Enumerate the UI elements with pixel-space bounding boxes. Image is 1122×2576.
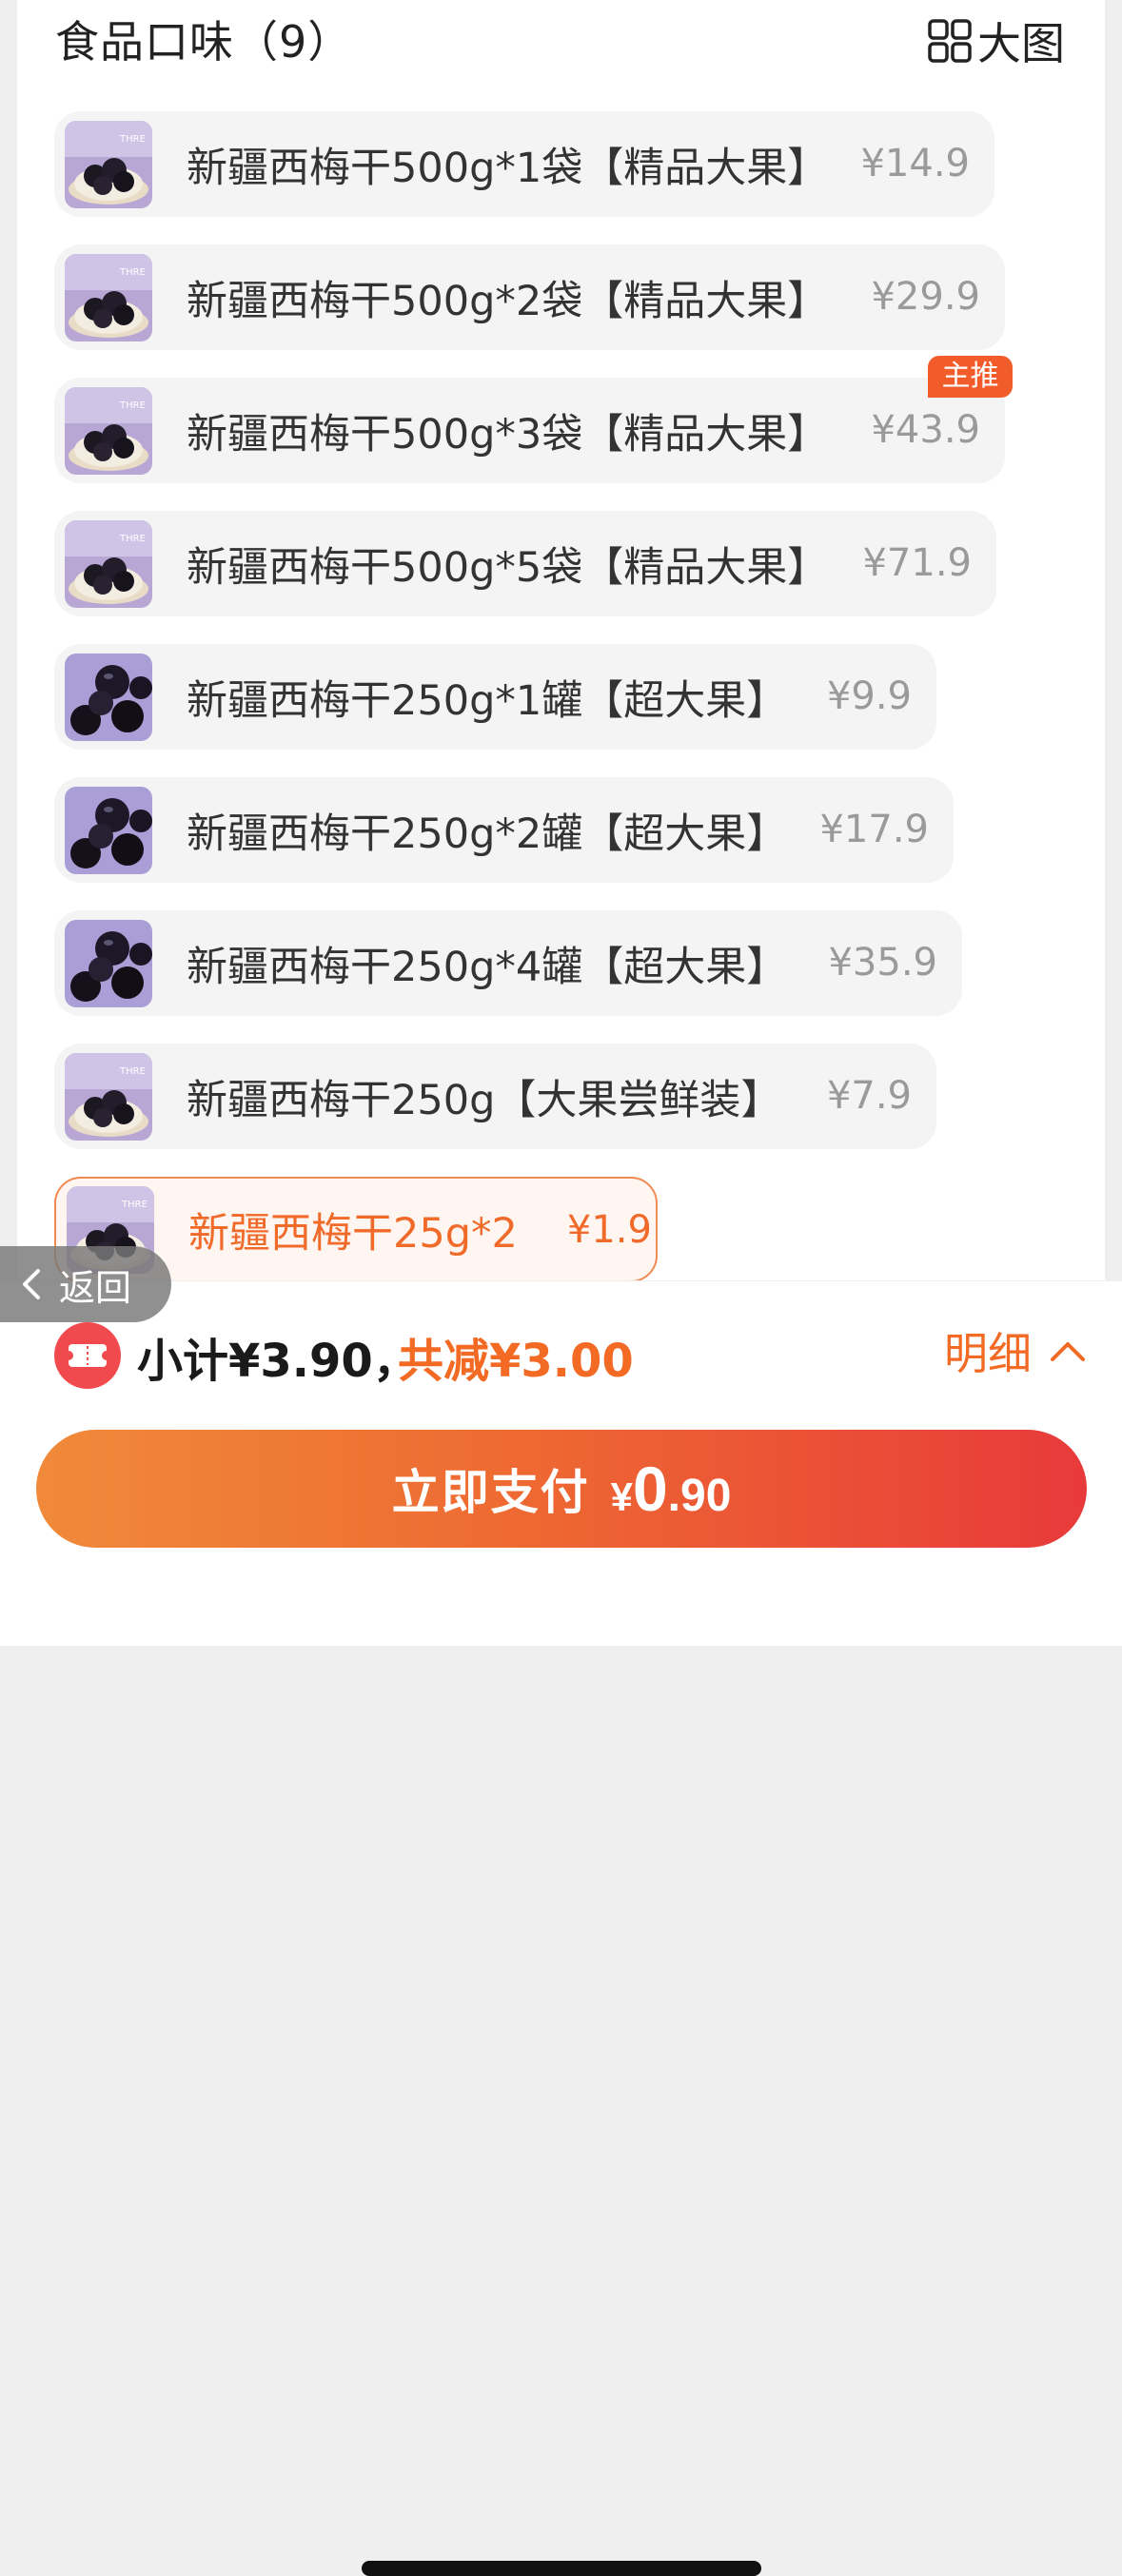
back-label: 返回: [59, 1266, 132, 1309]
pay-amount-integer: 0: [632, 1454, 668, 1524]
prune-closeup-thumbnail: [65, 786, 152, 874]
prune-closeup-thumbnail: [65, 653, 152, 741]
prune-bag-thumbnail: THRE: [65, 120, 152, 208]
svg-text:THRE: THRE: [119, 400, 146, 411]
svg-text:THRE: THRE: [121, 1200, 148, 1210]
option-name: 新疆西梅干250g*4罐【超大果】: [187, 943, 788, 991]
discount-text: 共减¥3.00: [398, 1335, 634, 1388]
flavor-option[interactable]: THRE 新疆西梅干500g*2袋【精品大果】 ¥29.9: [54, 244, 1005, 350]
svg-text:THRE: THRE: [119, 1066, 146, 1077]
svg-text:THRE: THRE: [119, 134, 146, 145]
prune-bag-thumbnail: THRE: [65, 519, 152, 608]
option-name: 新疆西梅干250g【大果尝鲜装】: [187, 1076, 782, 1124]
grid-icon: [928, 19, 972, 63]
pay-amount: ¥ 0 .90: [611, 1453, 732, 1525]
flavor-option[interactable]: THRE 新疆西梅干500g*3袋【精品大果】 ¥43.9: [54, 378, 1005, 483]
detail-label: 明细: [944, 1328, 1032, 1379]
pay-amount-decimal: .90: [667, 1471, 732, 1521]
checkout-bar: 小计¥3.90， 共减¥3.00 明细 立即支付 ¥ 0 .90: [0, 1280, 1122, 2576]
option-name: 新疆西梅干500g*3袋【精品大果】: [187, 410, 829, 459]
pay-button-label: 立即支付: [391, 1466, 590, 1519]
flavor-section-title: 食品口味（9）: [55, 16, 353, 68]
option-price: ¥17.9: [819, 808, 929, 851]
chevron-left-icon: [23, 1269, 40, 1299]
option-name: 新疆西梅干250g*1罐【超大果】: [187, 676, 788, 725]
svg-text:THRE: THRE: [119, 534, 146, 544]
option-price: ¥9.9: [826, 674, 912, 718]
back-button[interactable]: 返回: [0, 1246, 171, 1322]
option-name: 新疆西梅干500g*2袋【精品大果】: [187, 277, 829, 325]
flavor-option[interactable]: 新疆西梅干250g*4罐【超大果】 ¥35.9: [54, 910, 962, 1016]
option-name: 新疆西梅干500g*1袋【精品大果】: [187, 144, 829, 192]
option-price: ¥1.9: [566, 1207, 652, 1252]
option-name: 新疆西梅干500g*5袋【精品大果】: [187, 543, 829, 592]
option-price: ¥7.9: [826, 1074, 912, 1118]
recommended-badge: 主推: [928, 356, 1013, 398]
pay-currency: ¥: [610, 1474, 633, 1519]
option-price: ¥71.9: [862, 541, 972, 585]
option-price: ¥35.9: [828, 941, 937, 985]
flavor-option[interactable]: THRE 新疆西梅干500g*1袋【精品大果】 ¥14.9: [54, 111, 994, 217]
flavor-option[interactable]: 新疆西梅干250g*1罐【超大果】 ¥9.9: [54, 644, 936, 750]
home-indicator: [362, 2561, 761, 2576]
big-image-toggle[interactable]: 大图: [928, 10, 1065, 72]
option-price: ¥14.9: [860, 142, 970, 185]
flavor-option[interactable]: THRE 新疆西梅干250g【大果尝鲜装】 ¥7.9: [54, 1044, 936, 1149]
chevron-up-icon: [1051, 1342, 1085, 1361]
flavor-option[interactable]: THRE 新疆西梅干500g*5袋【精品大果】 ¥71.9: [54, 511, 996, 616]
pay-now-button[interactable]: 立即支付 ¥ 0 .90: [36, 1430, 1087, 1548]
subtotal-text: 小计¥3.90，: [137, 1335, 419, 1388]
option-name: 新疆西梅干25g*2: [188, 1209, 518, 1258]
coupon-icon: [54, 1322, 121, 1389]
price-detail-toggle[interactable]: 明细: [944, 1319, 1087, 1382]
svg-text:THRE: THRE: [119, 267, 146, 278]
flavor-option[interactable]: 新疆西梅干250g*2罐【超大果】 ¥17.9: [54, 777, 954, 883]
big-image-label: 大图: [977, 18, 1065, 69]
prune-bag-thumbnail: THRE: [65, 386, 152, 475]
prune-bag-thumbnail: THRE: [65, 253, 152, 342]
option-price: ¥29.9: [871, 275, 980, 319]
prune-closeup-thumbnail: [65, 919, 152, 1007]
option-name: 新疆西梅干250g*2罐【超大果】: [187, 810, 788, 858]
prune-bag-thumbnail: THRE: [65, 1052, 152, 1141]
